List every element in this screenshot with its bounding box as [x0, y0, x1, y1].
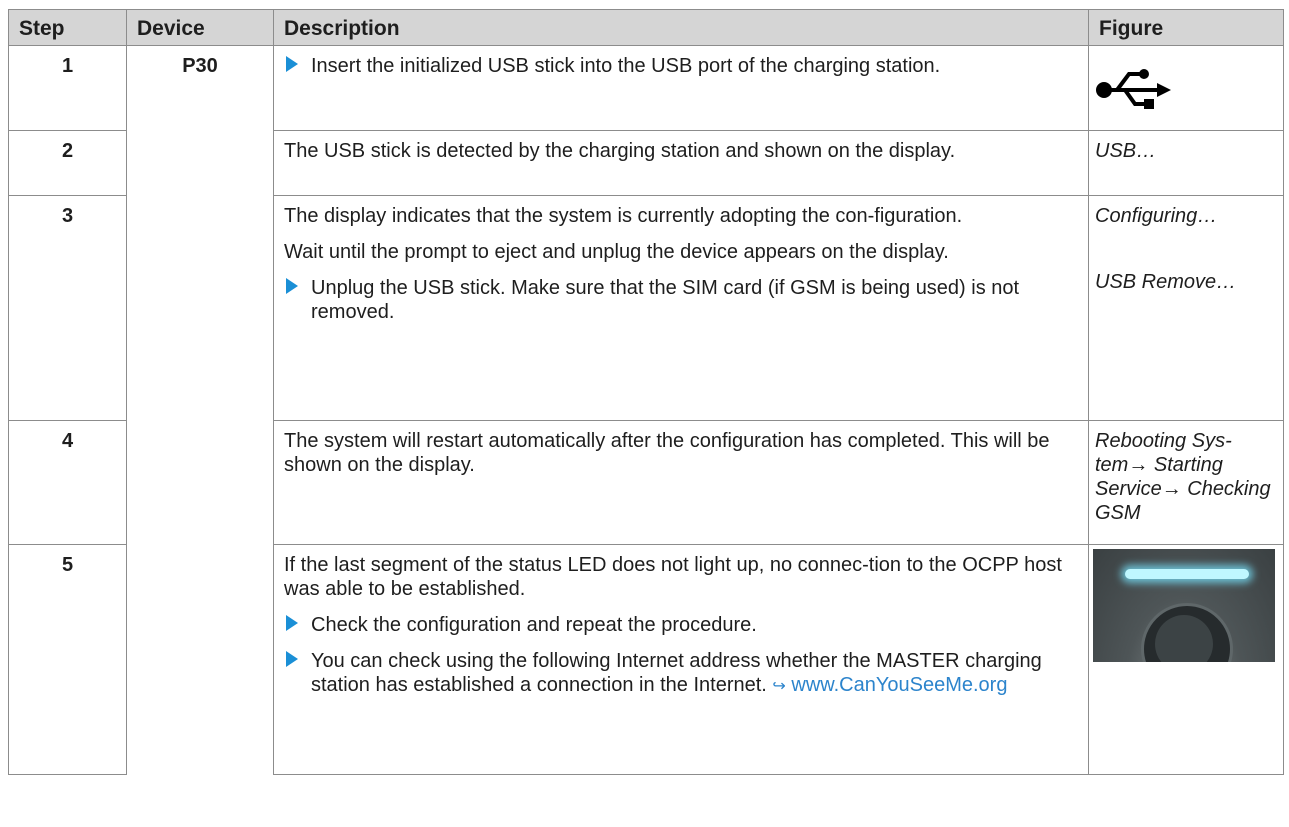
status-led-photo — [1093, 549, 1275, 662]
instruction-bullet: Insert the initialized USB stick into th… — [284, 54, 1078, 78]
header-device: Device — [126, 9, 274, 46]
step-number: 2 — [8, 130, 127, 196]
step-description: Insert the initialized USB stick into th… — [273, 45, 1089, 131]
figure-text: USB Remove… — [1095, 271, 1237, 293]
header-description: Description — [273, 9, 1089, 46]
step-number: 3 — [8, 195, 127, 421]
instruction-bullet: You can check using the following Intern… — [284, 649, 1078, 699]
procedure-table: Step Device Description Figure 1 P30 Ins… — [8, 9, 1284, 775]
figure-text: Configuring… — [1095, 205, 1218, 227]
figure-text: Rebooting Sys-tem→ Starting Service→ Che… — [1088, 420, 1284, 545]
usb-icon — [1096, 69, 1171, 109]
header-row: Step Device Description Figure — [8, 9, 1284, 46]
step-number: 1 — [8, 45, 127, 131]
figure-cell: Configuring… USB Remove… — [1088, 195, 1284, 421]
step-description: If the last segment of the status LED do… — [273, 544, 1089, 775]
header-step: Step — [8, 9, 127, 46]
bullet-triangle-icon — [286, 615, 298, 631]
bullet-triangle-icon — [286, 651, 298, 667]
figure-text: USB… — [1088, 130, 1284, 196]
status-led — [1125, 569, 1249, 579]
step-number: 4 — [8, 420, 127, 545]
step-number: 5 — [8, 544, 127, 775]
figure-cell — [1088, 544, 1284, 775]
bullet-triangle-icon — [286, 56, 298, 72]
device-name: P30 — [126, 45, 274, 775]
canyouseeme-link[interactable]: www.CanYouSeeMe.org — [791, 674, 1007, 696]
step-description: The system will restart automatically af… — [273, 420, 1089, 545]
step-description: The USB stick is detected by the chargin… — [273, 130, 1089, 196]
link-arrow-icon: ↪ — [772, 678, 786, 695]
figure-cell — [1088, 45, 1284, 131]
step-description: The display indicates that the system is… — [273, 195, 1089, 421]
instruction-bullet: Unplug the USB stick. Make sure that the… — [284, 276, 1078, 324]
table-row: 1 P30 Insert the initialized USB stick i… — [8, 45, 1284, 775]
instruction-bullet: Check the configuration and repeat the p… — [284, 613, 1078, 637]
header-figure: Figure — [1088, 9, 1284, 46]
bullet-triangle-icon — [286, 278, 298, 294]
